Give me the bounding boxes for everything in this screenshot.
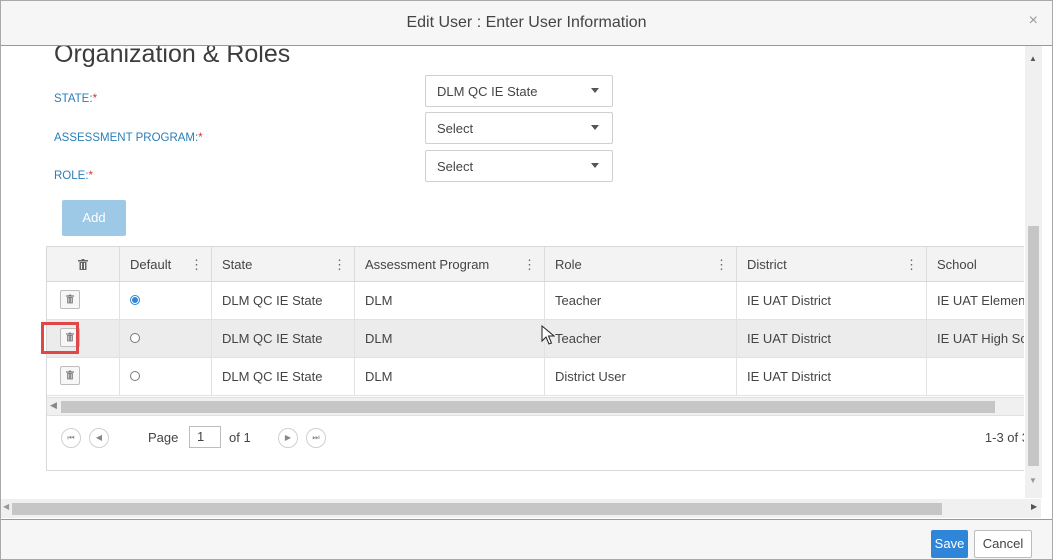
trash-icon	[78, 259, 88, 270]
role-label: ROLE:*	[54, 170, 93, 182]
scroll-up-icon[interactable]: ▲	[1029, 54, 1037, 63]
scroll-down-icon[interactable]: ▼	[1029, 476, 1037, 485]
cancel-button[interactable]: Cancel	[974, 530, 1032, 558]
cell-district: IE UAT District	[747, 369, 832, 384]
scrollbar-thumb[interactable]	[61, 401, 995, 413]
cell-program: DLM	[365, 369, 393, 384]
header-role[interactable]: Role ⋮	[545, 247, 737, 281]
assessment-program-select[interactable]: Select	[425, 112, 613, 144]
dialog-content: Organization & Roles STATE:* DLM QC IE S…	[9, 46, 1024, 499]
edit-user-dialog: Edit User : Enter User Information × Org…	[0, 0, 1053, 560]
last-page-icon: ⏭	[312, 433, 320, 442]
add-button[interactable]: Add	[62, 200, 126, 236]
grid-header: Default ⋮ State ⋮ Assessment Program ⋮ Role…	[47, 247, 1024, 282]
header-default[interactable]: Default ⋮	[120, 247, 212, 281]
header-delete-col	[47, 247, 120, 281]
first-page-button[interactable]: ⏮	[61, 428, 81, 448]
cell-role: Teacher	[555, 331, 602, 346]
first-page-icon: ⏮	[67, 433, 75, 442]
grid-pager: ⏮ ◀ Page 1 of 1 ▶ ⏭ 1-3 of 3	[47, 415, 1024, 470]
chevron-down-icon	[591, 125, 599, 130]
state-label: STATE:*	[54, 93, 98, 105]
scroll-right-icon[interactable]: ▶	[1031, 502, 1037, 511]
save-button[interactable]: Save	[931, 530, 968, 558]
default-radio[interactable]	[130, 295, 140, 305]
horizontal-scrollbar[interactable]: ◀	[1, 499, 1041, 518]
vertical-scrollbar[interactable]: ▲ ▼	[1025, 46, 1042, 498]
page-count: of 1	[229, 430, 251, 445]
section-title: Organization & Roles	[54, 46, 291, 68]
close-icon[interactable]: ×	[1029, 12, 1038, 30]
scroll-left-icon[interactable]: ◀	[50, 400, 57, 411]
default-radio[interactable]	[130, 371, 140, 381]
column-menu-icon[interactable]: ⋮	[190, 257, 203, 273]
state-select-value: DLM QC IE State	[437, 84, 538, 99]
delete-row-button[interactable]	[60, 290, 80, 309]
trash-icon	[66, 370, 74, 380]
assessment-program-select-value: Select	[437, 121, 474, 136]
record-summary: 1-3 of 3	[984, 430, 1024, 445]
chevron-down-icon	[591, 88, 599, 93]
delete-row-button[interactable]	[60, 328, 80, 347]
column-menu-icon[interactable]: ⋮	[905, 257, 918, 273]
scrollbar-thumb[interactable]	[12, 503, 942, 515]
cell-school: IE UAT Element	[937, 293, 1024, 308]
page-label: Page	[148, 430, 179, 445]
header-state[interactable]: State ⋮	[212, 247, 355, 281]
cell-program: DLM	[365, 331, 393, 346]
delete-row-button[interactable]	[60, 366, 80, 385]
cell-role: Teacher	[555, 293, 602, 308]
default-radio[interactable]	[130, 333, 140, 343]
cell-state: DLM QC IE State	[222, 331, 323, 346]
assessment-program-label: ASSESSMENT PROGRAM:*	[54, 132, 203, 144]
next-page-button[interactable]: ▶	[278, 428, 298, 448]
cell-district: IE UAT District	[747, 293, 832, 308]
table-row: DLM QC IE State DLM Teacher IE UAT Distr…	[47, 320, 1024, 358]
column-menu-icon[interactable]: ⋮	[523, 257, 536, 273]
cell-school: IE UAT High Sc	[937, 331, 1024, 346]
column-menu-icon[interactable]: ⋮	[715, 257, 728, 273]
column-menu-icon[interactable]: ⋮	[333, 257, 346, 273]
cell-state: DLM QC IE State	[222, 369, 323, 384]
dialog-footer: Save Cancel	[1, 519, 1052, 559]
scrollbar-thumb[interactable]	[1028, 226, 1039, 466]
scroll-left-icon[interactable]: ◀	[3, 502, 9, 511]
trash-icon	[66, 332, 74, 342]
dialog-title: Edit User : Enter User Information	[406, 14, 647, 31]
roles-grid: Default ⋮ State ⋮ Assessment Program ⋮ Role…	[46, 246, 1024, 471]
header-school[interactable]: School	[927, 247, 1024, 281]
table-row: DLM QC IE State DLM Teacher IE UAT Distr…	[47, 282, 1024, 320]
last-page-button[interactable]: ⏭	[306, 428, 326, 448]
role-select[interactable]: Select	[425, 150, 613, 182]
chevron-down-icon	[591, 163, 599, 168]
state-select[interactable]: DLM QC IE State	[425, 75, 613, 107]
cell-state: DLM QC IE State	[222, 293, 323, 308]
next-page-icon: ▶	[284, 433, 292, 442]
cell-district: IE UAT District	[747, 331, 832, 346]
dialog-titlebar: Edit User : Enter User Information ×	[1, 1, 1052, 46]
page-input[interactable]: 1	[189, 426, 221, 448]
header-assessment-program[interactable]: Assessment Program ⋮	[355, 247, 545, 281]
prev-page-icon: ◀	[95, 433, 103, 442]
prev-page-button[interactable]: ◀	[89, 428, 109, 448]
cell-program: DLM	[365, 293, 393, 308]
header-district[interactable]: District ⋮	[737, 247, 927, 281]
trash-icon	[66, 294, 74, 304]
table-row: DLM QC IE State DLM District User IE UAT…	[47, 358, 1024, 396]
grid-horizontal-scrollbar[interactable]: ◀	[47, 397, 1024, 415]
cell-role: District User	[555, 369, 626, 384]
role-select-value: Select	[437, 159, 474, 174]
